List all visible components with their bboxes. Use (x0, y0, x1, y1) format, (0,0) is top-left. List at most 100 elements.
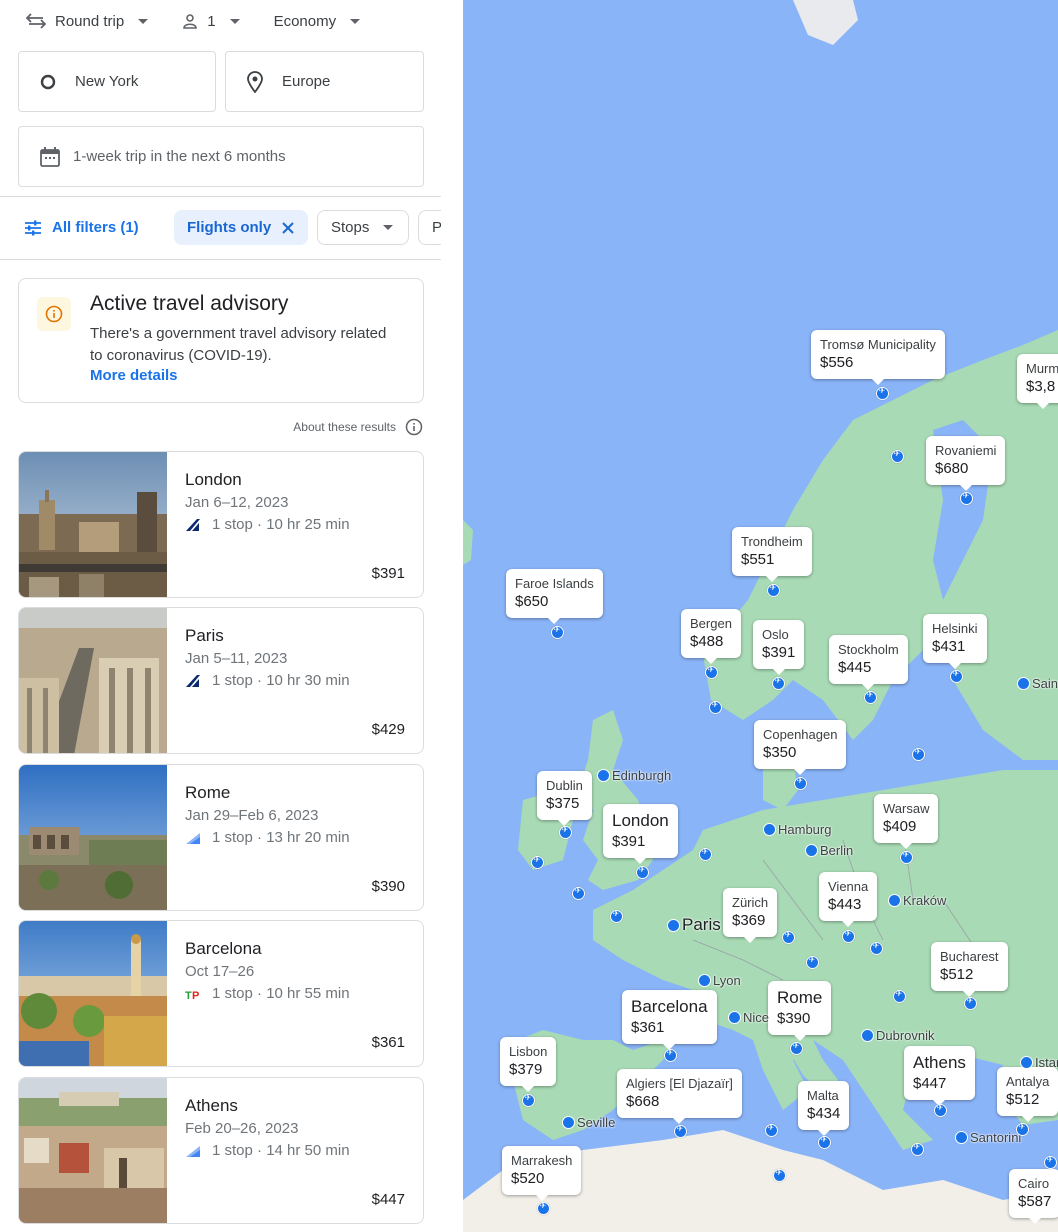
airport-pin[interactable] (891, 449, 904, 463)
airport-pin[interactable] (842, 929, 855, 943)
airport-pin[interactable] (950, 669, 963, 683)
map-label-lyon[interactable]: Lyon (698, 973, 741, 988)
map-bubble-stockholm[interactable]: Stockholm $445 (829, 635, 908, 690)
map-bubble-dublin[interactable]: Dublin $375 (537, 771, 592, 826)
paris-photo (19, 608, 167, 753)
map-label-santorini[interactable]: Santorini (955, 1130, 1021, 1145)
result-city: London (185, 470, 242, 489)
stops-filter-chip[interactable]: Stops (317, 210, 409, 245)
about-results[interactable]: About these results (293, 418, 423, 436)
map-bubble-rome[interactable]: Rome $390 (768, 981, 832, 1041)
passengers-select[interactable]: 1 (182, 13, 240, 30)
map-bubble-london[interactable]: London $391 (603, 804, 678, 864)
map-bubble-bergen[interactable]: Bergen $488 (681, 609, 741, 664)
airport-pin[interactable] (773, 1168, 786, 1182)
airport-pin[interactable] (790, 1041, 803, 1055)
map-bubble-lisbon[interactable]: Lisbon $379 (500, 1037, 557, 1092)
map-bubble-antalya[interactable]: Antalya $512 (997, 1067, 1058, 1122)
map-bubble-athens[interactable]: Athens $447 (904, 1046, 975, 1106)
map-bubble-marrakesh[interactable]: Marrakesh $520 (502, 1146, 582, 1201)
close-icon[interactable] (281, 221, 295, 235)
airport-pin[interactable] (537, 1201, 550, 1215)
map-label-dubrovnik[interactable]: Dubrovnik (861, 1028, 935, 1043)
airport-pin[interactable] (864, 690, 877, 704)
airport-pin[interactable] (664, 1048, 677, 1062)
result-card-rome[interactable]: Rome Jan 29–Feb 6, 2023 1 stop · 13 hr 2… (18, 764, 424, 911)
map-label-saint-petersburg[interactable]: Sain (1017, 676, 1058, 691)
result-card-london[interactable]: London Jan 6–12, 2023 1 stop · 10 hr 25 … (18, 451, 424, 598)
airport-pin[interactable] (876, 386, 889, 400)
airport-pin[interactable] (1016, 1122, 1029, 1136)
bubble-price: $369 (732, 912, 766, 929)
map-label-edinburgh[interactable]: Edinburgh (597, 768, 671, 783)
map-bubble-bucharest[interactable]: Bucharest $512 (931, 942, 1008, 997)
airport-pin[interactable] (870, 941, 883, 955)
destination-map[interactable]: Tromsø Municipality $556 Murm $3,8 Rovanie… (463, 0, 1058, 1232)
map-bubble-trondheim[interactable]: Trondheim $551 (732, 527, 812, 582)
map-bubble-warsaw[interactable]: Warsaw $409 (874, 794, 939, 849)
map-bubble-barcelona[interactable]: Barcelona $361 (622, 990, 717, 1050)
cabin-class-select[interactable]: Economy (274, 13, 361, 30)
map-bubble-zurich[interactable]: Zürich $369 (723, 888, 778, 943)
map-bubble-tromso[interactable]: Tromsø Municipality $556 (811, 330, 945, 385)
result-card-barcelona[interactable]: Barcelona Oct 17–26 TP 1 stop · 10 hr 55… (18, 920, 424, 1067)
map-bubble-rovaniemi[interactable]: Rovaniemi $680 (926, 436, 1006, 491)
airport-pin[interactable] (531, 855, 544, 869)
airport-pin[interactable] (782, 930, 795, 944)
airport-pin[interactable] (1044, 1155, 1057, 1169)
map-label-berlin[interactable]: Berlin (805, 843, 853, 858)
airport-pin[interactable] (559, 825, 572, 839)
airport-pin[interactable] (818, 1135, 831, 1149)
advisory-more-details-link[interactable]: More details (90, 367, 178, 384)
airport-pin[interactable] (911, 1142, 924, 1156)
map-label-istanbul[interactable]: Istanb (1020, 1055, 1058, 1070)
airport-pin[interactable] (767, 583, 780, 597)
airport-pin[interactable] (772, 676, 785, 690)
map-label-krakow[interactable]: Kraków (888, 893, 946, 908)
airport-pin[interactable] (794, 776, 807, 790)
airport-pin[interactable] (551, 625, 564, 639)
dates-field[interactable]: 1-week trip in the next 6 months (18, 126, 424, 187)
airport-pin[interactable] (806, 955, 819, 969)
advisory-title: Active travel advisory (90, 292, 289, 315)
trip-type-select[interactable]: Round trip (26, 13, 149, 30)
flights-only-chip[interactable]: Flights only (174, 210, 308, 245)
map-bubble-algiers[interactable]: Algiers [El Djazaïr] $668 (617, 1069, 742, 1124)
airport-pin[interactable] (765, 1123, 778, 1137)
airport-pin[interactable] (960, 491, 973, 505)
map-label-nice[interactable]: Nice (728, 1010, 769, 1025)
map-bubble-copenhagen[interactable]: Copenhagen $350 (754, 720, 847, 775)
destination-field[interactable]: Europe (225, 51, 424, 112)
airport-pin[interactable] (674, 1124, 687, 1138)
result-card-paris[interactable]: Paris Jan 5–11, 2023 1 stop · 10 hr 30 m… (18, 607, 424, 754)
map-bubble-murmansk[interactable]: Murm $3,8 (1017, 354, 1058, 409)
airport-pin[interactable] (705, 665, 718, 679)
airport-pin[interactable] (900, 850, 913, 864)
airport-pin[interactable] (964, 996, 977, 1010)
airport-pin[interactable] (709, 700, 722, 714)
all-filters-button[interactable]: All filters (1) (24, 210, 139, 245)
result-stops: 1 stop · 14 hr 50 min (185, 1142, 350, 1159)
airport-pin[interactable] (572, 886, 585, 900)
origin-field[interactable]: New York (18, 51, 216, 112)
airport-pin[interactable] (610, 909, 623, 923)
map-bubble-faroe-islands[interactable]: Faroe Islands $650 (506, 569, 603, 624)
airport-pin[interactable] (522, 1093, 535, 1107)
map-bubble-helsinki[interactable]: Helsinki $431 (923, 614, 987, 669)
airport-pin[interactable] (912, 747, 925, 761)
price-filter-chip[interactable]: Pr (418, 210, 441, 245)
airport-pin[interactable] (699, 847, 712, 861)
map-label-hamburg[interactable]: Hamburg (763, 822, 831, 837)
airport-pin[interactable] (934, 1103, 947, 1117)
airport-pin[interactable] (636, 865, 649, 879)
airport-pin-icon (1017, 677, 1030, 690)
map-bubble-vienna[interactable]: Vienna $443 (819, 872, 878, 927)
map-bubble-oslo[interactable]: Oslo $391 (753, 620, 805, 675)
map-label-seville[interactable]: Seville (562, 1115, 615, 1130)
map-bubble-malta[interactable]: Malta $434 (798, 1081, 850, 1136)
airport-pin-icon (728, 1011, 741, 1024)
map-bubble-cairo[interactable]: Cairo $587 (1009, 1169, 1058, 1224)
airport-pin[interactable] (893, 989, 906, 1003)
map-label-paris[interactable]: Paris (667, 915, 721, 935)
result-card-athens[interactable]: Athens Feb 20–26, 2023 1 stop · 14 hr 50… (18, 1077, 424, 1224)
